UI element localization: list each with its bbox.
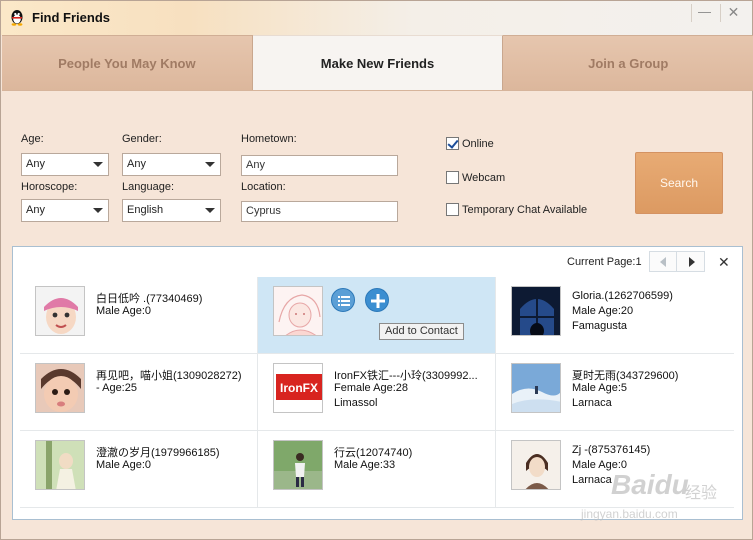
ironfx-logo: IronFX <box>280 381 318 395</box>
tab-people-you-may-know[interactable]: People You May Know <box>2 35 253 90</box>
person-name[interactable]: 夏时无雨(343729600) <box>572 367 732 383</box>
list-item[interactable]: 白日低吟 .(77340469) Male Age:0 <box>20 277 258 354</box>
watermark-cn: 经验 <box>685 485 718 502</box>
language-select[interactable]: English <box>122 199 221 222</box>
person-info: Male Age:0 <box>96 459 152 471</box>
age-select-value: Any <box>26 158 45 170</box>
person-info: Male Age:0 <box>96 305 152 317</box>
language-select-value: English <box>127 204 164 216</box>
location-field[interactable]: Cyprus <box>241 201 398 222</box>
qq-penguin-icon <box>11 10 23 26</box>
person-name[interactable]: 行云(12074740) <box>334 444 494 460</box>
person-name[interactable]: Gloria.(1262706599) <box>572 290 732 302</box>
list-item[interactable]: Gloria.(1262706599) Male Age:20 Famagust… <box>496 277 734 354</box>
current-page-label: Current Page:1 <box>567 256 642 268</box>
gender-select[interactable]: Any <box>122 153 221 176</box>
horoscope-select[interactable]: Any <box>21 199 109 222</box>
avatar[interactable] <box>511 286 561 336</box>
pager <box>649 251 705 272</box>
person-info: Male Age:5 <box>572 382 628 394</box>
avatar[interactable] <box>273 286 323 336</box>
watermark-url: jingyan.baidu.com <box>581 507 678 521</box>
add-contact-button[interactable] <box>365 288 389 312</box>
avatar[interactable]: IronFX <box>273 363 323 413</box>
gender-label: Gender: <box>122 133 162 145</box>
tab-bar: People You May Know Make New Friends Joi… <box>2 35 753 91</box>
person-info: Male Age:20 <box>572 305 634 317</box>
avatar[interactable] <box>35 440 85 490</box>
tab-make-new-friends[interactable]: Make New Friends <box>252 35 504 90</box>
hometown-label: Hometown: <box>241 133 297 145</box>
person-location: Larnaca <box>572 397 612 409</box>
list-item[interactable]: IronFX IronFX铁汇---小玲(3309992... Female A… <box>258 354 496 431</box>
chevron-down-icon <box>205 162 215 167</box>
list-item[interactable]: 夏时无雨(343729600) Male Age:5 Larnaca <box>496 354 734 431</box>
previous-page-button[interactable] <box>650 252 677 271</box>
window-title: Find Friends <box>32 10 110 25</box>
language-label: Language: <box>122 181 174 193</box>
online-checkbox[interactable] <box>446 137 459 150</box>
person-name[interactable]: 澄澈の岁月(1979966185) <box>96 444 256 460</box>
list-item[interactable]: 澄澈の岁月(1979966185) Male Age:0 <box>20 431 258 508</box>
person-info: Female Age:28 <box>334 382 408 394</box>
age-select[interactable]: Any <box>21 153 109 176</box>
profile-details-button[interactable] <box>331 288 355 312</box>
temporary-chat-label: Temporary Chat Available <box>462 204 588 216</box>
close-window-button[interactable]: ✕ <box>720 4 746 22</box>
list-icon <box>338 296 350 306</box>
avatar[interactable] <box>511 363 561 413</box>
horoscope-label: Horoscope: <box>21 181 78 193</box>
baidu-watermark: Baidu 经验 jingyan.baidu.com <box>581 469 751 529</box>
next-page-button[interactable] <box>678 252 705 271</box>
age-label: Age: <box>21 133 44 145</box>
chevron-down-icon <box>93 208 103 213</box>
list-item[interactable]: 再见吧，喵小姐(1309028272) - Age:25 <box>20 354 258 431</box>
chevron-down-icon <box>93 162 103 167</box>
search-button[interactable]: Search <box>635 152 723 214</box>
list-item[interactable]: 行云(12074740) Male Age:33 <box>258 431 496 508</box>
person-location: Limassol <box>334 397 378 409</box>
minimize-button[interactable]: — <box>691 4 717 22</box>
webcam-label: Webcam <box>462 172 506 184</box>
close-results-button[interactable]: ✕ <box>718 254 730 271</box>
person-location: Famagusta <box>572 320 628 332</box>
person-name[interactable]: Zj -(875376145) <box>572 444 732 456</box>
watermark-brand: Baidu <box>611 469 689 500</box>
title-bar[interactable]: Find Friends — ✕ <box>1 1 752 35</box>
avatar[interactable] <box>511 440 561 490</box>
person-name[interactable]: 再见吧，喵小姐(1309028272) <box>96 367 256 383</box>
location-label: Location: <box>241 181 286 193</box>
person-info: Male Age:33 <box>334 459 396 471</box>
temporary-chat-checkbox[interactable] <box>446 203 459 216</box>
chevron-down-icon <box>205 208 215 213</box>
avatar[interactable] <box>35 286 85 336</box>
person-name[interactable]: 白日低吟 .(77340469) <box>96 290 256 306</box>
online-label: Online <box>462 138 494 150</box>
find-friends-window: Find Friends — ✕ People You May Know Mak… <box>0 0 753 540</box>
avatar[interactable] <box>35 363 85 413</box>
tab-join-a-group[interactable]: Join a Group <box>503 35 753 90</box>
person-info: - Age:25 <box>96 382 137 394</box>
avatar[interactable] <box>273 440 323 490</box>
horoscope-select-value: Any <box>26 204 45 216</box>
person-name[interactable]: IronFX铁汇---小玲(3309992... <box>334 367 494 383</box>
plus-icon <box>371 294 385 308</box>
gender-select-value: Any <box>127 158 146 170</box>
hometown-field[interactable]: Any <box>241 155 398 176</box>
webcam-checkbox[interactable] <box>446 171 459 184</box>
add-to-contact-tooltip: Add to Contact <box>379 323 464 340</box>
list-item[interactable]: Add to Contact <box>258 277 496 354</box>
